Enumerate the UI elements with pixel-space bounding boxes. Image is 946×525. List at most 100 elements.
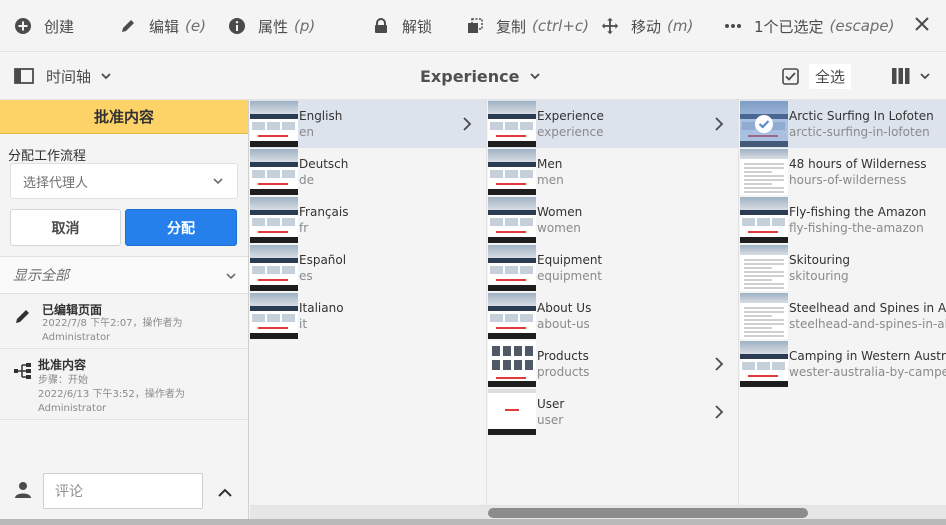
page-thumbnail[interactable] — [488, 389, 536, 435]
view-toolbar: 时间轴 Experience 全选 — [0, 52, 946, 100]
item-title: English — [299, 109, 343, 123]
item-name: equipment — [537, 269, 602, 283]
page-thumbnail[interactable] — [740, 197, 788, 243]
selection-status[interactable]: 1个已选定 (escape) — [724, 0, 894, 52]
list-item[interactable]: Men men — [488, 148, 738, 196]
chevron-right-icon[interactable] — [714, 404, 724, 423]
copy-button[interactable]: 复制 (ctrl+c) — [466, 0, 589, 52]
select-all-button[interactable]: 全选 — [782, 52, 852, 100]
page-thumbnail[interactable] — [250, 197, 298, 243]
item-name: en — [299, 125, 314, 139]
item-name: wester-australia-by-camper — [789, 365, 946, 379]
timeline-item[interactable]: 批准内容 步骤：开始 2022/6/13 下午3:52，操作者为 Adminis… — [0, 350, 248, 420]
cancel-button[interactable]: 取消 — [10, 209, 121, 246]
page-thumbnail[interactable] — [740, 245, 788, 291]
list-item[interactable]: User user — [488, 388, 738, 436]
list-item[interactable]: Fly-fishing the Amazon fly-fishing-the-am… — [740, 196, 946, 244]
item-title: Equipment — [537, 253, 603, 267]
user-icon — [14, 481, 32, 503]
page-thumbnail[interactable] — [250, 245, 298, 291]
list-item[interactable]: Español es — [250, 244, 486, 292]
page-thumbnail[interactable] — [740, 293, 788, 339]
page-thumbnail[interactable] — [488, 293, 536, 339]
pencil-icon — [119, 17, 137, 35]
list-item[interactable]: Products products — [488, 340, 738, 388]
assignee-placeholder: 选择代理人 — [23, 175, 89, 191]
page-thumbnail[interactable] — [250, 101, 298, 147]
page-thumbnail[interactable] — [488, 341, 536, 387]
list-item[interactable]: English en — [250, 100, 486, 148]
location-title[interactable]: Experience — [420, 52, 540, 100]
list-item[interactable]: Italiano it — [250, 292, 486, 340]
item-title: Arctic Surfing In Lofoten — [789, 109, 934, 123]
create-button[interactable]: 创建 — [14, 0, 74, 52]
chevron-down-icon — [101, 71, 111, 81]
timeline-item-date: 2022/7/8 下午2:07，操作者为 — [42, 318, 183, 329]
unlock-button[interactable]: 解锁 — [372, 0, 432, 52]
workflow-label: 分配工作流程 — [8, 149, 87, 164]
page-thumbnail[interactable] — [740, 149, 788, 195]
assign-button[interactable]: 分配 — [125, 209, 237, 246]
copy-label: 复制 — [496, 17, 527, 36]
selected-count: 1个已选定 — [754, 17, 824, 36]
timeline-item-step: 步骤：开始 — [38, 375, 88, 386]
item-name: it — [299, 317, 308, 331]
item-title: Men — [537, 157, 563, 171]
horizontal-scrollbar[interactable] — [250, 505, 946, 519]
list-item[interactable]: Skitouring skitouring — [740, 244, 946, 292]
list-item[interactable]: About Us about-us — [488, 292, 738, 340]
list-item[interactable]: Camping in Western Austra wester-australi… — [740, 340, 946, 388]
timeline-item-user: Administrator — [38, 403, 107, 414]
chevron-down-icon — [529, 71, 540, 81]
page-thumbnail[interactable] — [488, 101, 536, 147]
bottom-strip — [0, 519, 946, 525]
page-thumbnail[interactable] — [250, 293, 298, 339]
chevron-right-icon[interactable] — [462, 116, 472, 135]
item-name: es — [299, 269, 313, 283]
assignee-select[interactable]: 选择代理人 — [10, 163, 238, 199]
item-name: women — [537, 221, 581, 235]
list-item[interactable]: Women women — [488, 196, 738, 244]
list-item[interactable]: Deutsch de — [250, 148, 486, 196]
list-item[interactable]: Equipment equipment — [488, 244, 738, 292]
list-item[interactable]: Arctic Surfing In Lofoten arctic-surfing-… — [740, 100, 946, 148]
page-thumbnail[interactable] — [488, 197, 536, 243]
rail-toggle-button[interactable]: 时间轴 — [14, 52, 111, 100]
item-title: Skitouring — [789, 253, 851, 267]
item-title: Français — [299, 205, 349, 219]
close-icon — [914, 16, 930, 36]
page-thumbnail[interactable] — [740, 101, 788, 147]
list-item[interactable]: Français fr — [250, 196, 486, 244]
close-selection-button[interactable] — [914, 0, 930, 52]
item-name: fly-fishing-the-amazon — [789, 221, 924, 235]
move-shortcut: (m) — [667, 17, 694, 35]
list-item[interactable]: Experience experience — [488, 100, 738, 148]
chevron-right-icon[interactable] — [714, 356, 724, 375]
timeline-item[interactable]: 已编辑页面 2022/7/8 下午2:07，操作者为 Administrator — [0, 295, 248, 349]
page-thumbnail[interactable] — [740, 341, 788, 387]
view-switcher-button[interactable] — [892, 52, 930, 100]
chevron-up-icon[interactable] — [218, 484, 232, 503]
properties-button[interactable]: 属性 (p) — [228, 0, 315, 52]
chevron-right-icon[interactable] — [714, 116, 724, 135]
item-name: fr — [299, 221, 309, 235]
page-thumbnail[interactable] — [488, 149, 536, 195]
edit-button[interactable]: 编辑 (e) — [119, 0, 206, 52]
list-item[interactable]: Steelhead and Spines in Ala steelhead-and… — [740, 292, 946, 340]
timeline-item-date: 2022/6/13 下午3:52，操作者为 — [38, 389, 185, 400]
scrollbar-thumb[interactable] — [488, 508, 808, 518]
show-all-filter[interactable]: 显示全部 — [0, 256, 248, 294]
comment-input[interactable]: 评论 — [43, 473, 203, 509]
item-name: arctic-surfing-in-lofoten — [789, 125, 930, 139]
list-item[interactable]: 48 hours of Wilderness hours-of-wildernes… — [740, 148, 946, 196]
copy-shortcut: (ctrl+c) — [532, 17, 589, 35]
timeline-item-title: 批准内容 — [38, 358, 87, 372]
move-button[interactable]: 移动 (m) — [601, 0, 693, 52]
item-name: hours-of-wilderness — [789, 173, 907, 187]
item-title: 48 hours of Wilderness — [789, 157, 927, 171]
add-circle-icon — [14, 17, 32, 35]
title-label: Experience — [420, 66, 520, 86]
comment-row: 评论 — [0, 470, 248, 514]
page-thumbnail[interactable] — [250, 149, 298, 195]
page-thumbnail[interactable] — [488, 245, 536, 291]
